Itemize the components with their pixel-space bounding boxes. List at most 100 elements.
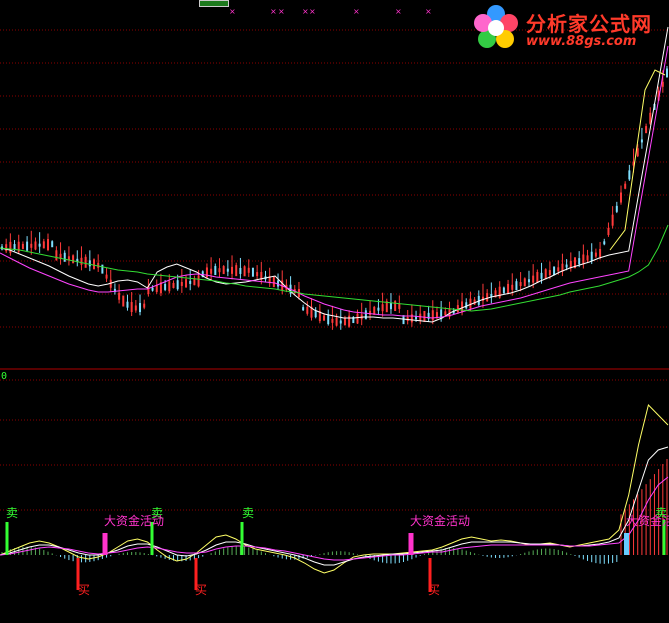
- candle-body: [390, 303, 392, 309]
- candle-body: [185, 279, 187, 287]
- candle-body: [47, 239, 49, 250]
- top-marker: ×: [395, 7, 402, 16]
- histogram-bar: [31, 547, 32, 555]
- histogram-bar: [328, 552, 329, 555]
- histogram-bar: [629, 504, 630, 555]
- candle-body: [578, 258, 580, 264]
- candle-body: [118, 293, 120, 300]
- capital-signal-bar: [409, 533, 414, 555]
- candle-body: [239, 268, 241, 274]
- candle-body: [524, 278, 526, 286]
- candle-body: [612, 215, 614, 226]
- histogram-bar: [562, 551, 563, 555]
- histogram-bar: [612, 555, 613, 563]
- histogram-bar: [424, 554, 425, 555]
- period-badge[interactable]: [199, 0, 229, 7]
- histogram-bar: [68, 555, 69, 560]
- histogram-bar: [119, 554, 120, 555]
- histogram-bar: [265, 553, 266, 555]
- candle-body: [231, 267, 233, 274]
- histogram-bar: [416, 555, 417, 558]
- histogram-bar: [399, 555, 400, 563]
- candle-body: [93, 259, 95, 269]
- candle-body: [336, 318, 338, 326]
- candle-body: [315, 311, 317, 317]
- candle-body: [122, 296, 124, 307]
- capital-activity-label: 大资金活动: [410, 515, 470, 527]
- candle-body: [223, 266, 225, 274]
- histogram-bar: [503, 555, 504, 558]
- histogram-bar: [608, 555, 609, 564]
- candle-body: [398, 304, 400, 309]
- histogram-bar: [462, 550, 463, 555]
- histogram-bar: [123, 553, 124, 555]
- candle-body: [587, 255, 589, 260]
- capital-signal-bar: [103, 533, 108, 555]
- candle-body: [248, 268, 250, 273]
- histogram-bar: [60, 555, 61, 557]
- histogram-bar: [215, 551, 216, 555]
- candle-body: [235, 265, 237, 276]
- histogram-bar: [324, 553, 325, 555]
- candle-body: [327, 315, 329, 324]
- top-marker: ×: [309, 7, 316, 16]
- histogram-bar: [236, 546, 237, 555]
- candle-body: [503, 288, 505, 294]
- histogram-bar: [533, 550, 534, 555]
- candle-body: [244, 266, 246, 276]
- histogram-bar: [282, 555, 283, 559]
- histogram-bar: [252, 549, 253, 555]
- indicator-zero-label: 0: [1, 371, 7, 382]
- sell-label: 卖: [242, 507, 254, 519]
- candle-body: [306, 307, 308, 314]
- ma-line: [0, 225, 668, 311]
- top-marker: ×: [229, 7, 236, 16]
- candle-body: [595, 253, 597, 257]
- histogram-bar: [160, 555, 161, 558]
- candle-body: [520, 282, 522, 286]
- histogram-bar: [566, 553, 567, 555]
- candle-body: [545, 269, 547, 279]
- candle-body: [252, 268, 254, 277]
- candle-body: [55, 250, 57, 260]
- candle-body: [444, 311, 446, 315]
- histogram-bar: [482, 555, 483, 556]
- histogram-bar: [554, 549, 555, 555]
- candle-body: [616, 206, 618, 212]
- capital-activity-label: 大资金活: [626, 515, 669, 527]
- buy-label: 买: [428, 584, 440, 596]
- candle-body: [394, 301, 396, 311]
- histogram-bar: [470, 552, 471, 555]
- candle-body: [382, 304, 384, 311]
- histogram-bar: [227, 547, 228, 555]
- histogram-bar: [156, 555, 157, 556]
- candle-body: [499, 287, 501, 298]
- histogram-bar: [52, 553, 53, 555]
- candle-body: [541, 273, 543, 279]
- top-marker: ×: [302, 7, 309, 16]
- histogram-bar: [520, 554, 521, 555]
- histogram-bar: [244, 547, 245, 555]
- candle-body: [582, 255, 584, 265]
- histogram-bar: [294, 555, 295, 560]
- buy-label: 买: [195, 584, 207, 596]
- histogram-bar: [549, 549, 550, 555]
- histogram-bar: [135, 552, 136, 555]
- indicator-line: [0, 477, 668, 560]
- histogram-bar: [600, 555, 601, 564]
- candle-body: [43, 241, 45, 248]
- histogram-bar: [570, 554, 571, 555]
- histogram-bar: [48, 552, 49, 555]
- candle-body: [64, 253, 66, 262]
- buy-label: 买: [78, 584, 90, 596]
- stock-chart: ××××××××: [0, 0, 669, 619]
- histogram-bar: [474, 553, 475, 555]
- candle-body: [273, 276, 275, 287]
- histogram-bar: [273, 555, 274, 556]
- candle-body: [189, 281, 191, 284]
- candle-body: [152, 288, 154, 291]
- candle-body: [348, 316, 350, 327]
- histogram-bar: [39, 549, 40, 555]
- ma-line: [0, 46, 668, 318]
- histogram-bar: [487, 555, 488, 557]
